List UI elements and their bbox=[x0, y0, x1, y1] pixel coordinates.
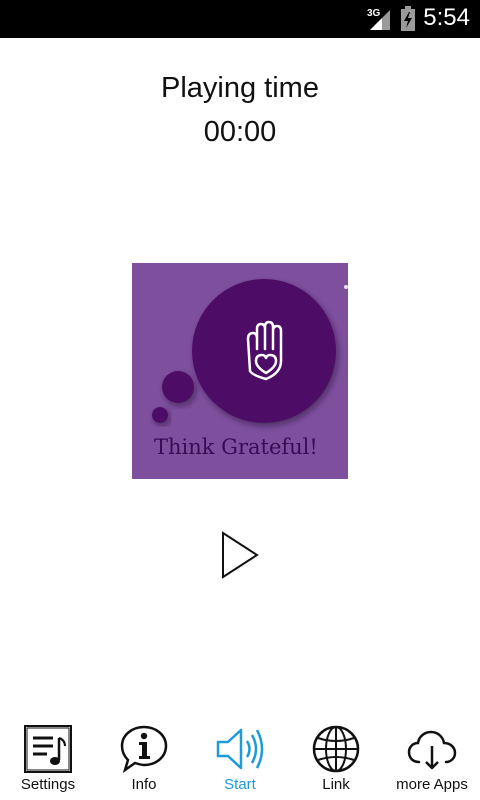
play-icon bbox=[222, 531, 259, 579]
cloud-download-icon bbox=[407, 730, 457, 770]
status-bar: 3G 5:54 bbox=[0, 0, 480, 38]
info-icon bbox=[120, 725, 168, 774]
nav-label-start: Start bbox=[224, 776, 256, 793]
nav-item-settings[interactable]: Settings bbox=[0, 712, 96, 800]
nav-label-link: Link bbox=[322, 776, 350, 793]
play-button[interactable] bbox=[218, 530, 262, 580]
playing-time-label: Playing time bbox=[161, 72, 319, 104]
nav-label-info: Info bbox=[131, 776, 157, 793]
svg-text:3G: 3G bbox=[367, 8, 381, 19]
nav-item-start[interactable]: Start bbox=[192, 712, 288, 800]
settings-music-icon bbox=[24, 725, 72, 773]
battery-icon bbox=[401, 6, 415, 31]
nav-item-more-apps[interactable]: more Apps bbox=[384, 712, 480, 800]
artwork-caption: Think Grateful! bbox=[154, 435, 318, 459]
album-artwork: Think Grateful! bbox=[132, 263, 348, 479]
playing-time-value: 00:00 bbox=[203, 116, 277, 148]
signal-3g-icon: 3G bbox=[367, 8, 390, 30]
nav-item-link[interactable]: Link bbox=[288, 712, 384, 800]
status-time: 5:54 bbox=[423, 4, 470, 31]
globe-icon bbox=[312, 725, 360, 773]
nav-item-info[interactable]: Info bbox=[96, 712, 192, 800]
speaker-icon bbox=[216, 728, 264, 770]
bottom-nav: Settings Info Start Link more Apps bbox=[0, 712, 480, 800]
nav-label-settings: Settings bbox=[20, 776, 76, 793]
nav-label-more-apps: more Apps bbox=[396, 776, 468, 793]
